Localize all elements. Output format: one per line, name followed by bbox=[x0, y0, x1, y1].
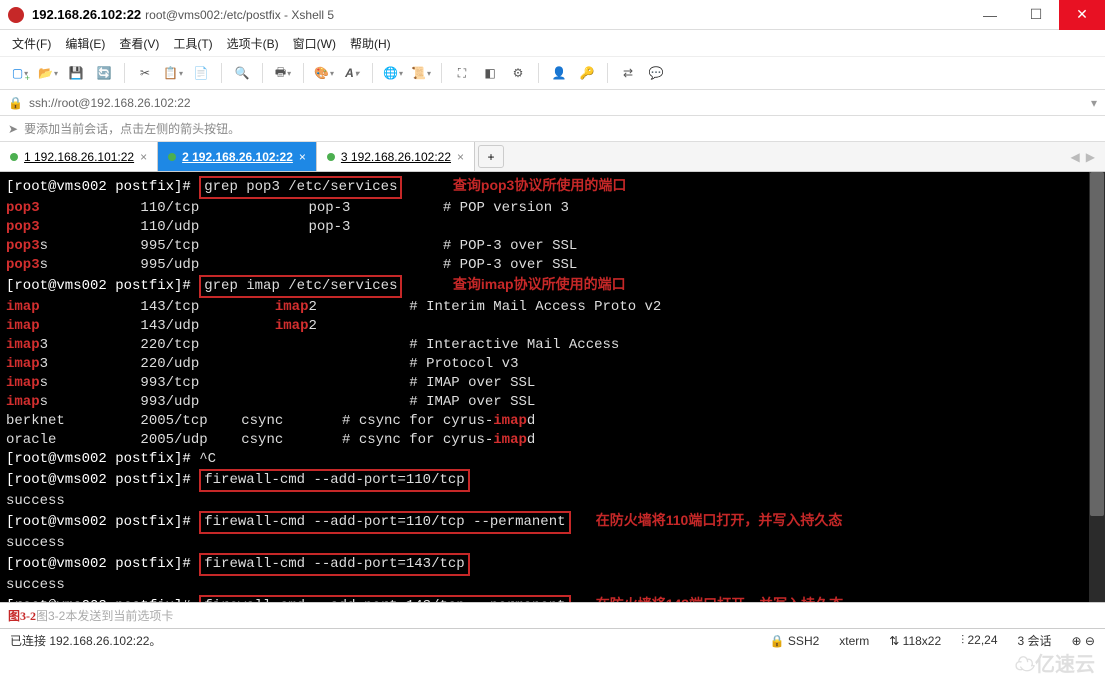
hint-bar: ➤ 要添加当前会话，点击左侧的箭头按钮。 bbox=[0, 116, 1105, 142]
maximize-button[interactable]: ☐ bbox=[1013, 0, 1059, 30]
scrollbar[interactable] bbox=[1089, 172, 1105, 602]
status-dot-icon bbox=[168, 153, 176, 161]
separator bbox=[262, 63, 263, 83]
menu-edit[interactable]: 编辑(E) bbox=[65, 35, 105, 52]
gear-icon[interactable]: ⚙ bbox=[506, 61, 530, 85]
user-icon[interactable]: 👤 bbox=[547, 61, 571, 85]
tab-label: 3 192.168.26.102:22 bbox=[341, 150, 451, 164]
tab-label: 2 192.168.26.102:22 bbox=[182, 150, 293, 164]
properties-icon[interactable]: 📋▾ bbox=[161, 61, 185, 85]
status-connection: 已连接 192.168.26.102:22。 bbox=[10, 632, 161, 649]
status-protocol: 🔒 SSH2 bbox=[770, 634, 820, 648]
compose-placeholder: 图3-2本发送到当前选项卡 bbox=[36, 607, 173, 624]
status-sessions: 3 会话 bbox=[1018, 632, 1052, 649]
tab-next-icon[interactable]: ▶ bbox=[1086, 150, 1095, 164]
add-tab-button[interactable]: + bbox=[478, 145, 504, 168]
tab-session-2[interactable]: 2 192.168.26.102:22 × bbox=[158, 142, 317, 171]
chevron-down-icon[interactable]: ▾ bbox=[1091, 96, 1097, 110]
menu-tabs[interactable]: 选项卡(B) bbox=[227, 35, 279, 52]
tab-close-icon[interactable]: × bbox=[457, 150, 464, 164]
terminal[interactable]: [root@vms002 postfix]# grep pop3 /etc/se… bbox=[0, 172, 1105, 602]
hint-text: 要添加当前会话，点击左侧的箭头按钮。 bbox=[24, 120, 240, 137]
disconnect-icon[interactable]: ✂ bbox=[133, 61, 157, 85]
tab-session-3[interactable]: 3 192.168.26.102:22 × bbox=[317, 142, 475, 171]
tab-nav: ◀ ▶ bbox=[1071, 142, 1105, 171]
menu-tools[interactable]: 工具(T) bbox=[173, 35, 212, 52]
status-dot-icon bbox=[10, 153, 18, 161]
menu-window[interactable]: 窗口(W) bbox=[293, 35, 336, 52]
status-dot-icon bbox=[327, 153, 335, 161]
separator bbox=[607, 63, 608, 83]
status-cursor: ⫶ 22,24 bbox=[961, 633, 997, 648]
tab-prev-icon[interactable]: ◀ bbox=[1071, 150, 1080, 164]
transfer-icon[interactable]: ⇄ bbox=[616, 61, 640, 85]
address-url[interactable]: ssh://root@192.168.26.102:22 bbox=[29, 96, 1085, 110]
separator bbox=[124, 63, 125, 83]
separator bbox=[441, 63, 442, 83]
separator bbox=[372, 63, 373, 83]
window-title-path: root@vms002:/etc/postfix - Xshell 5 bbox=[145, 8, 334, 22]
titlebar: 192.168.26.102:22 root@vms002:/etc/postf… bbox=[0, 0, 1105, 30]
window-title-ip: 192.168.26.102:22 bbox=[32, 7, 141, 22]
status-termtype: xterm bbox=[839, 634, 869, 648]
arrow-icon[interactable]: ➤ bbox=[8, 122, 18, 136]
minimize-button[interactable]: — bbox=[967, 0, 1013, 30]
menubar: 文件(F) 编辑(E) 查看(V) 工具(T) 选项卡(B) 窗口(W) 帮助(… bbox=[0, 30, 1105, 56]
status-zoom[interactable]: ⊕ ⊖ bbox=[1072, 634, 1095, 648]
new-session-icon[interactable]: ▢+▾ bbox=[8, 61, 32, 85]
script-icon[interactable]: 📜▾ bbox=[409, 61, 433, 85]
separator bbox=[538, 63, 539, 83]
font-icon[interactable]: A▾ bbox=[340, 61, 364, 85]
scrollbar-thumb[interactable] bbox=[1090, 172, 1104, 516]
chat-icon[interactable]: 💬 bbox=[644, 61, 668, 85]
separator bbox=[303, 63, 304, 83]
tab-label: 1 192.168.26.101:22 bbox=[24, 150, 134, 164]
window-controls: — ☐ ✕ bbox=[967, 0, 1105, 30]
fullscreen-icon[interactable]: ⛶ bbox=[450, 61, 474, 85]
watermark-logo: ☁亿速云 bbox=[1015, 648, 1095, 677]
color-icon[interactable]: 🎨▾ bbox=[312, 61, 336, 85]
save-icon[interactable]: 💾 bbox=[64, 61, 88, 85]
statusbar: 已连接 192.168.26.102:22。 🔒 SSH2 xterm ⇅ 11… bbox=[0, 628, 1105, 652]
session-tabs: 1 192.168.26.101:22 × 2 192.168.26.102:2… bbox=[0, 142, 1105, 172]
compose-bar[interactable]: 图3-2 图3-2本发送到当前选项卡 bbox=[0, 602, 1105, 628]
globe-icon[interactable]: 🌐▾ bbox=[381, 61, 405, 85]
search-icon[interactable]: 🔍 bbox=[230, 61, 254, 85]
menu-help[interactable]: 帮助(H) bbox=[350, 35, 391, 52]
close-button[interactable]: ✕ bbox=[1059, 0, 1105, 30]
status-size: ⇅ 118x22 bbox=[889, 634, 941, 648]
sidebar-icon[interactable]: ◧ bbox=[478, 61, 502, 85]
tab-close-icon[interactable]: × bbox=[299, 150, 306, 164]
print-icon[interactable]: 🖶▾ bbox=[271, 61, 295, 85]
tab-close-icon[interactable]: × bbox=[140, 150, 147, 164]
app-icon bbox=[8, 7, 24, 23]
lock-icon: 🔒 bbox=[8, 96, 23, 110]
key-icon[interactable]: 🔑 bbox=[575, 61, 599, 85]
figure-label: 图3-2 bbox=[8, 607, 36, 624]
tab-session-1[interactable]: 1 192.168.26.101:22 × bbox=[0, 142, 158, 171]
open-icon[interactable]: 📂▾ bbox=[36, 61, 60, 85]
separator bbox=[221, 63, 222, 83]
address-bar: 🔒 ssh://root@192.168.26.102:22 ▾ bbox=[0, 90, 1105, 116]
copy-icon[interactable]: 📄 bbox=[189, 61, 213, 85]
toolbar: ▢+▾ 📂▾ 💾 🔄 ✂ 📋▾ 📄 🔍 🖶▾ 🎨▾ A▾ 🌐▾ 📜▾ ⛶ ◧ ⚙… bbox=[0, 56, 1105, 90]
menu-view[interactable]: 查看(V) bbox=[119, 35, 159, 52]
menu-file[interactable]: 文件(F) bbox=[12, 35, 51, 52]
reconnect-icon[interactable]: 🔄 bbox=[92, 61, 116, 85]
